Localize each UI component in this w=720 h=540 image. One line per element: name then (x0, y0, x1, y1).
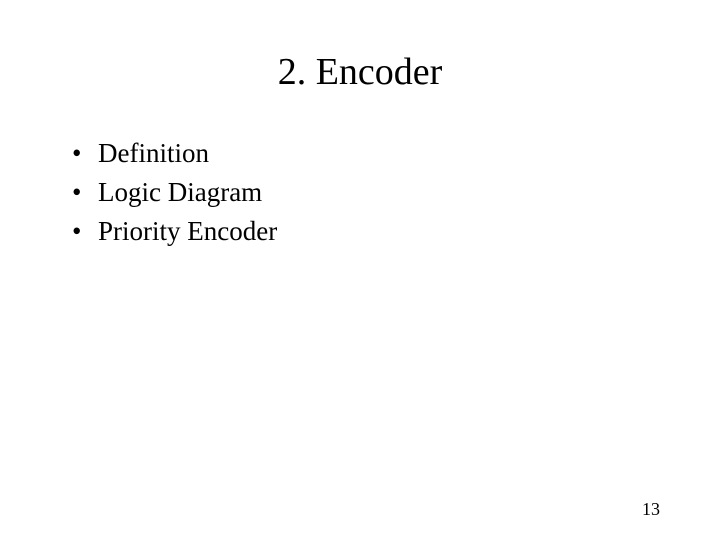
slide-title: 2. Encoder (60, 50, 660, 94)
bullet-list: Definition Logic Diagram Priority Encode… (60, 134, 660, 251)
slide-container: 2. Encoder Definition Logic Diagram Prio… (0, 0, 720, 540)
list-item: Definition (72, 134, 660, 173)
page-number: 13 (642, 499, 660, 520)
list-item: Logic Diagram (72, 173, 660, 212)
list-item: Priority Encoder (72, 212, 660, 251)
